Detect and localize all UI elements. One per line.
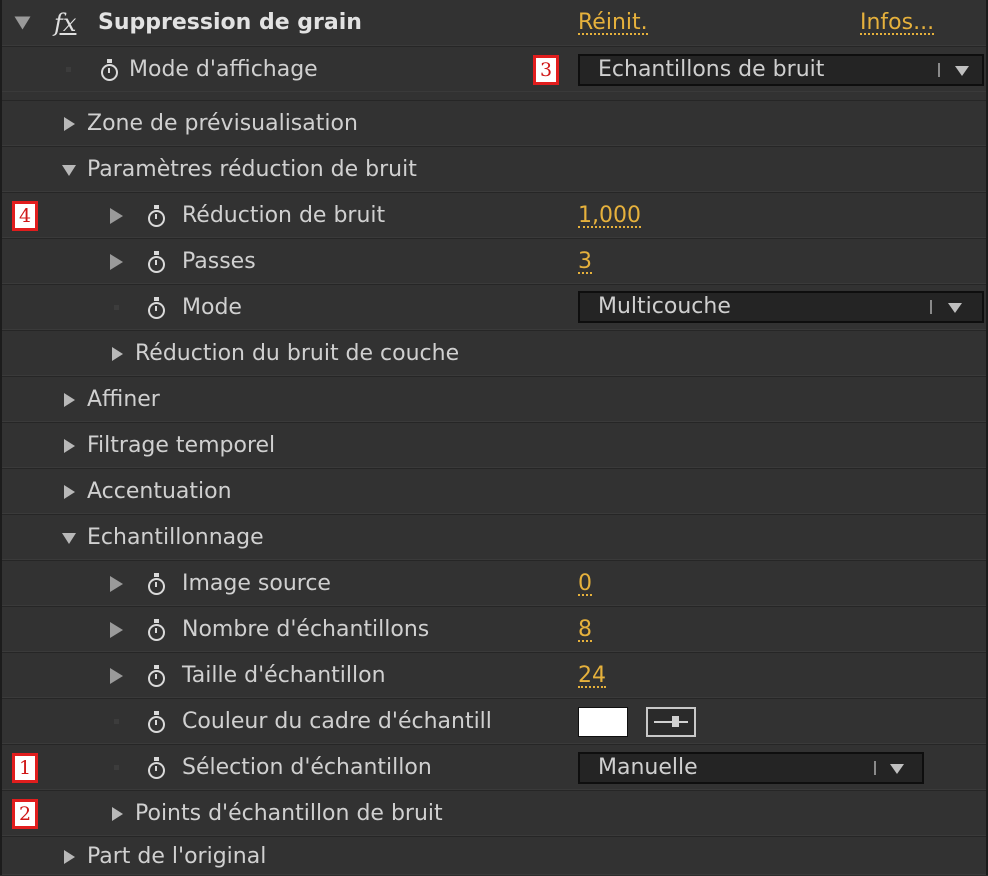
sharpening-row[interactable]: Accentuation [2, 468, 986, 514]
num-samples-label: Nombre d'échantillons [182, 617, 430, 642]
num-samples-value[interactable]: 8 [578, 607, 592, 653]
noise-sample-points-row[interactable]: 2 Points d'échantillon de bruit [2, 790, 986, 836]
blend-with-original-label: Part de l'original [87, 844, 267, 869]
chevron-down-icon [955, 66, 969, 76]
source-frame-value[interactable]: 0 [578, 561, 592, 607]
sample-size-row: Taille d'échantillon 24 [2, 652, 986, 698]
preview-region-row[interactable]: Zone de prévisualisation [2, 100, 986, 146]
display-mode-value: Echantillons de bruit [598, 57, 825, 82]
color-swatch[interactable] [578, 707, 628, 737]
dropdown-separator [938, 63, 940, 77]
sample-size-value[interactable]: 24 [578, 653, 606, 699]
callout-marker-4: 4 [12, 201, 38, 231]
row-indent-dot [114, 305, 119, 310]
callout-marker-2: 2 [12, 799, 38, 829]
passes-row: Passes 3 [2, 238, 986, 284]
eyedropper-icon[interactable] [646, 707, 696, 737]
callout-marker-3: 3 [533, 55, 559, 85]
preview-region-label: Zone de prévisualisation [87, 111, 358, 136]
passes-label: Passes [182, 249, 256, 274]
source-frame-row: Image source 0 [2, 560, 986, 606]
expand-triangle-icon[interactable] [64, 117, 75, 131]
collapse-triangle-icon[interactable] [14, 16, 31, 30]
reset-link[interactable]: Réinit. [578, 0, 648, 46]
display-mode-dropdown[interactable]: Echantillons de bruit [578, 54, 984, 86]
collapse-triangle-icon[interactable] [62, 533, 76, 544]
sample-selection-value: Manuelle [598, 755, 698, 780]
noise-reduction-value[interactable]: 1,000 [578, 193, 641, 239]
blend-with-original-row[interactable]: Part de l'original [2, 836, 986, 875]
dropdown-separator [930, 300, 932, 314]
sharpening-label: Accentuation [87, 479, 232, 504]
display-mode-row: Mode d'affichage 3 Echantillons de bruit [2, 46, 986, 92]
sample-selection-dropdown[interactable]: Manuelle [578, 752, 924, 784]
stopwatch-icon[interactable] [148, 619, 165, 641]
noise-reduction-settings-label: Paramètres réduction de bruit [87, 157, 417, 182]
stopwatch-icon[interactable] [148, 665, 165, 687]
refine-label: Affiner [87, 387, 160, 412]
sample-selection-label: Sélection d'échantillon [182, 755, 432, 780]
sampling-row[interactable]: Echantillonnage [2, 514, 986, 560]
stopwatch-icon[interactable] [148, 573, 165, 595]
expand-triangle-icon[interactable] [110, 576, 123, 592]
sample-size-label: Taille d'échantillon [182, 663, 386, 688]
temporal-filtering-label: Filtrage temporel [87, 433, 276, 458]
about-link[interactable]: Infos... [860, 0, 935, 46]
mode-row: Mode Multicouche [2, 284, 986, 330]
expand-triangle-icon[interactable] [112, 347, 123, 361]
stopwatch-icon[interactable] [148, 205, 165, 227]
effect-title: Suppression de grain [98, 10, 362, 35]
expand-triangle-icon[interactable] [110, 622, 123, 638]
expand-triangle-icon[interactable] [110, 668, 123, 684]
row-indent-dot [66, 67, 71, 72]
stopwatch-icon[interactable] [148, 251, 165, 273]
stopwatch-icon[interactable] [101, 59, 118, 81]
passes-value[interactable]: 3 [578, 239, 592, 285]
channel-noise-reduction-row[interactable]: Réduction du bruit de couche [2, 330, 986, 376]
expand-triangle-icon[interactable] [110, 208, 123, 224]
chevron-down-icon [948, 303, 962, 313]
mode-label: Mode [182, 295, 242, 320]
row-indent-dot [114, 719, 119, 724]
source-frame-label: Image source [182, 571, 331, 596]
chevron-down-icon [890, 764, 904, 774]
fx-icon[interactable]: fx [54, 9, 76, 37]
expand-triangle-icon[interactable] [64, 485, 75, 499]
channel-noise-reduction-label: Réduction du bruit de couche [135, 341, 460, 366]
noise-sample-points-label: Points d'échantillon de bruit [135, 801, 443, 826]
expand-triangle-icon[interactable] [112, 807, 123, 821]
collapse-triangle-icon[interactable] [62, 165, 76, 176]
display-mode-label: Mode d'affichage [129, 57, 318, 82]
expand-triangle-icon[interactable] [64, 850, 75, 864]
refine-row[interactable]: Affiner [2, 376, 986, 422]
noise-reduction-label: Réduction de bruit [182, 203, 386, 228]
stopwatch-icon[interactable] [148, 711, 165, 733]
sample-selection-row: 1 Sélection d'échantillon Manuelle [2, 744, 986, 790]
mode-value: Multicouche [598, 294, 731, 319]
expand-triangle-icon[interactable] [110, 254, 123, 270]
sample-box-color-row: Couleur du cadre d'échantill [2, 698, 986, 744]
stopwatch-icon[interactable] [148, 297, 165, 319]
stopwatch-icon[interactable] [148, 757, 165, 779]
expand-triangle-icon[interactable] [64, 439, 75, 453]
row-indent-dot [114, 765, 119, 770]
noise-reduction-settings-row[interactable]: Paramètres réduction de bruit [2, 146, 986, 192]
sample-box-color-label: Couleur du cadre d'échantill [182, 709, 492, 734]
callout-marker-1: 1 [12, 753, 38, 783]
sampling-label: Echantillonnage [87, 525, 264, 550]
effect-header-row: fx Suppression de grain Réinit. Infos... [2, 0, 986, 46]
expand-triangle-icon[interactable] [64, 393, 75, 407]
mode-dropdown[interactable]: Multicouche [578, 291, 984, 323]
temporal-filtering-row[interactable]: Filtrage temporel [2, 422, 986, 468]
dropdown-separator [874, 761, 876, 775]
noise-reduction-row: 4 Réduction de bruit 1,000 [2, 192, 986, 238]
num-samples-row: Nombre d'échantillons 8 [2, 606, 986, 652]
effect-controls-panel: fx Suppression de grain Réinit. Infos...… [0, 0, 988, 875]
